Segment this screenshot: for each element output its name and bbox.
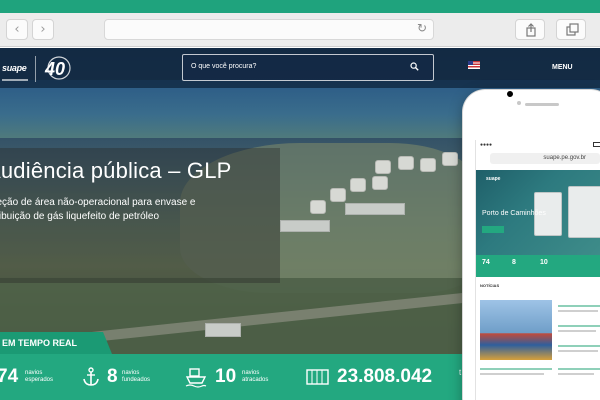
storage-tank [310,200,326,214]
phone-url-bar[interactable]: suape.pe.gov.br [490,153,600,164]
svg-text:40: 40 [44,59,65,79]
realtime-label: EM TEMPO REAL [2,338,78,348]
share-icon [526,23,536,37]
page: ‹ › ↻ suape 40 O que você procura? MENU … [0,0,600,400]
phone-news-text [480,373,544,375]
storage-tank [372,176,388,190]
battery-icon [593,142,600,147]
phone-stat-value: 74 [482,259,490,266]
anchor-icon [83,367,99,386]
tabs-button[interactable] [556,19,586,40]
top-accent-bar [0,0,600,13]
warehouse [205,323,241,337]
container-icon [306,369,329,385]
anniversary-logo: 40 [42,54,72,82]
phone-stat-value: 10 [540,259,548,266]
site-header: suape 40 O que você procura? MENU [0,48,600,88]
storage-tank [350,178,366,192]
phone-mockup: ●●●● suape.pe.gov.br suape Porto de Cami… [463,90,600,400]
phone-news-heading: NOTÍCIAS [480,283,500,288]
english-flag-icon[interactable] [468,61,480,69]
hero-subline: distribuição de gás liquefeito de petról… [0,211,160,222]
warehouse [280,220,330,232]
browser-toolbar: ‹ › ↻ [0,13,600,47]
phone-site-logo: suape [486,176,501,182]
phone-stat-value: 8 [512,259,516,266]
storage-tank [398,156,414,170]
phone-news-text [558,330,596,332]
camera-icon [517,101,521,105]
speaker-grille [525,103,559,106]
hero-subline: Seleção de área não-operacional para env… [0,197,196,208]
phone-news-link[interactable] [558,368,600,370]
phone-hero-title[interactable]: Porto de Caminhões [482,210,546,217]
ship-docked-icon [185,368,207,388]
storage-tank [442,152,458,166]
storage-tank [420,158,436,172]
tabs-icon [566,23,579,36]
back-button[interactable]: ‹ [6,19,28,40]
phone-hero-button[interactable] [482,226,504,233]
phone-news-text [558,373,594,375]
storage-tank [375,160,391,174]
phone-news-link[interactable] [558,345,600,347]
chevron-left-icon: ‹ [14,22,20,37]
phone-news-link[interactable] [480,368,552,370]
phone-news-link[interactable] [558,305,600,307]
site-logo[interactable]: suape [2,58,30,81]
warehouse [345,203,405,215]
phone-stats-bar: 74 8 10 [476,255,600,277]
phone-news-link[interactable] [558,325,600,327]
reload-icon[interactable]: ↻ [417,21,427,35]
phone-news-photo[interactable] [480,300,552,360]
search-input[interactable]: O que você procura? [182,54,434,81]
phone-news-text [558,350,598,352]
search-icon[interactable] [410,62,419,71]
phone-screen: ●●●● suape.pe.gov.br suape Porto de Cami… [475,140,600,400]
logo-divider [35,56,36,82]
chevron-right-icon: › [40,22,46,37]
menu-button[interactable]: MENU [552,64,573,71]
hero-headline[interactable]: Audiência pública – GLP [0,158,232,184]
phone-hero: suape Porto de Caminhões [476,170,600,255]
storage-tank [330,188,346,202]
share-button[interactable] [515,19,545,40]
address-bar[interactable]: ↻ [104,19,434,40]
phone-news-text [558,310,598,312]
forward-button[interactable]: › [32,19,54,40]
search-placeholder: O que você procura? [191,63,257,70]
realtime-tab: EM TEMPO REAL [0,332,112,354]
signal-icon: ●●●● [480,142,493,148]
truck-image [568,186,600,238]
phone-status-bar: ●●●● [476,140,600,150]
front-camera [507,91,513,97]
